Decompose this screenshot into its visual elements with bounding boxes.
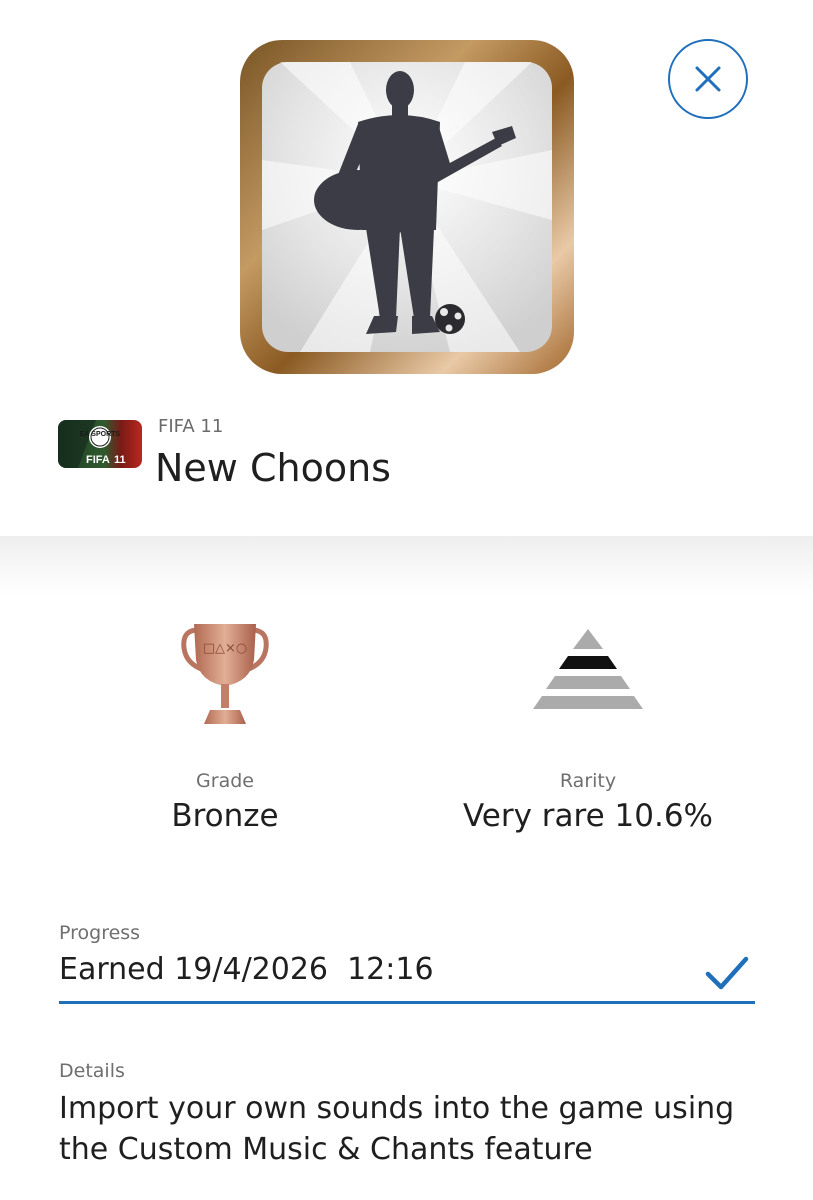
trophy-header <box>0 0 813 400</box>
details-text: Import your own sounds into the game usi… <box>59 1091 735 1167</box>
rarity-pyramid-icon <box>423 610 753 740</box>
checkmark-icon <box>705 956 749 990</box>
grade-value: Bronze <box>171 798 279 834</box>
grade-stat: □△×○ Grade Bronze <box>60 610 390 834</box>
game-icon-title: FIFA <box>86 454 110 466</box>
grade-label: Grade <box>196 770 254 792</box>
bronze-trophy-icon: □△×○ <box>60 610 390 740</box>
rarity-value: Very rare 10.6% <box>462 798 714 834</box>
progress-label: Progress <box>59 922 141 944</box>
cup-symbols: □△×○ <box>203 641 248 656</box>
trophy-name: New Choons <box>155 446 391 490</box>
section-divider <box>0 536 813 596</box>
rarity-label: Rarity <box>559 770 617 792</box>
trophy-image <box>240 40 574 374</box>
game-icon-edition: 11 <box>114 454 126 466</box>
trophy-title-block: EA SPORTS FIFA 11 FIFA 11 New Choons <box>0 400 813 536</box>
game-icon: EA SPORTS FIFA 11 <box>58 420 142 468</box>
game-icon-brand: EA SPORTS <box>80 431 121 438</box>
close-button[interactable] <box>668 39 748 119</box>
game-name: FIFA 11 <box>158 416 224 437</box>
details-label: Details <box>59 1060 125 1082</box>
close-icon <box>695 66 721 92</box>
rarity-stat: Rarity Very rare 10.6% <box>423 610 753 834</box>
progress-field: Earned 19/4/2026 12:16 <box>59 948 755 1004</box>
progress-value: Earned 19/4/2026 12:16 <box>59 952 434 987</box>
